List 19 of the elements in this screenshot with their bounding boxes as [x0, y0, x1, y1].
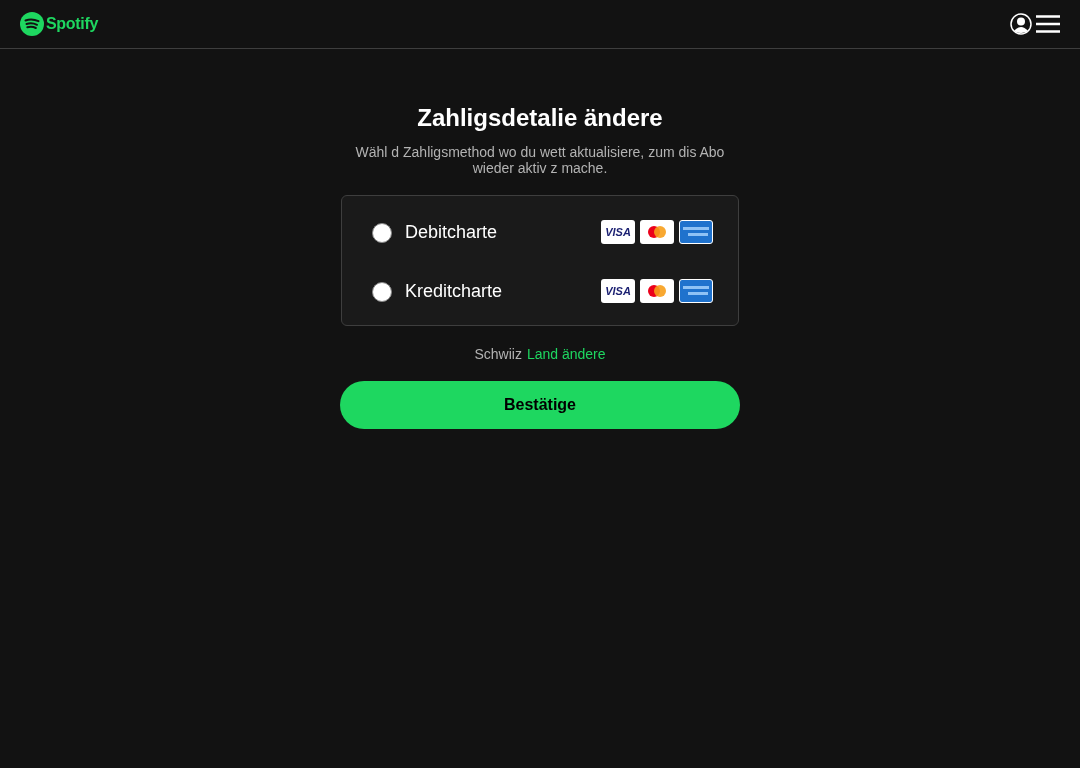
payment-method-label[interactable]: Kreditcharte — [405, 280, 601, 302]
amex-logo-icon — [679, 220, 713, 244]
visa-logo: VISA — [601, 279, 635, 303]
radio-button[interactable] — [372, 223, 392, 243]
subtitle: Wähl d Zahligsmethod wo du wett aktualisiere, zum dis Abo wieder aktiv z mache. — [354, 144, 726, 176]
user-icon[interactable] — [1010, 13, 1032, 35]
page-title: Zahligsdetalie ändere — [417, 104, 663, 132]
confirm-button[interactable]: Bestätige — [340, 381, 740, 429]
mastercard-logo-icon — [640, 220, 674, 244]
spotify-logo-icon — [20, 12, 44, 36]
change-country-link[interactable]: Land ändere — [526, 346, 606, 362]
brand-name[interactable]: Spotify — [46, 15, 99, 33]
menu-icon[interactable] — [1036, 15, 1060, 33]
radio-button[interactable] — [372, 282, 392, 302]
mastercard-logo-icon — [640, 279, 674, 303]
amex-logo-icon — [679, 279, 713, 303]
country-name: Schwiiz — [474, 346, 522, 362]
payment-method-label[interactable]: Debitcharte — [405, 221, 601, 243]
visa-logo: VISA — [601, 220, 635, 244]
